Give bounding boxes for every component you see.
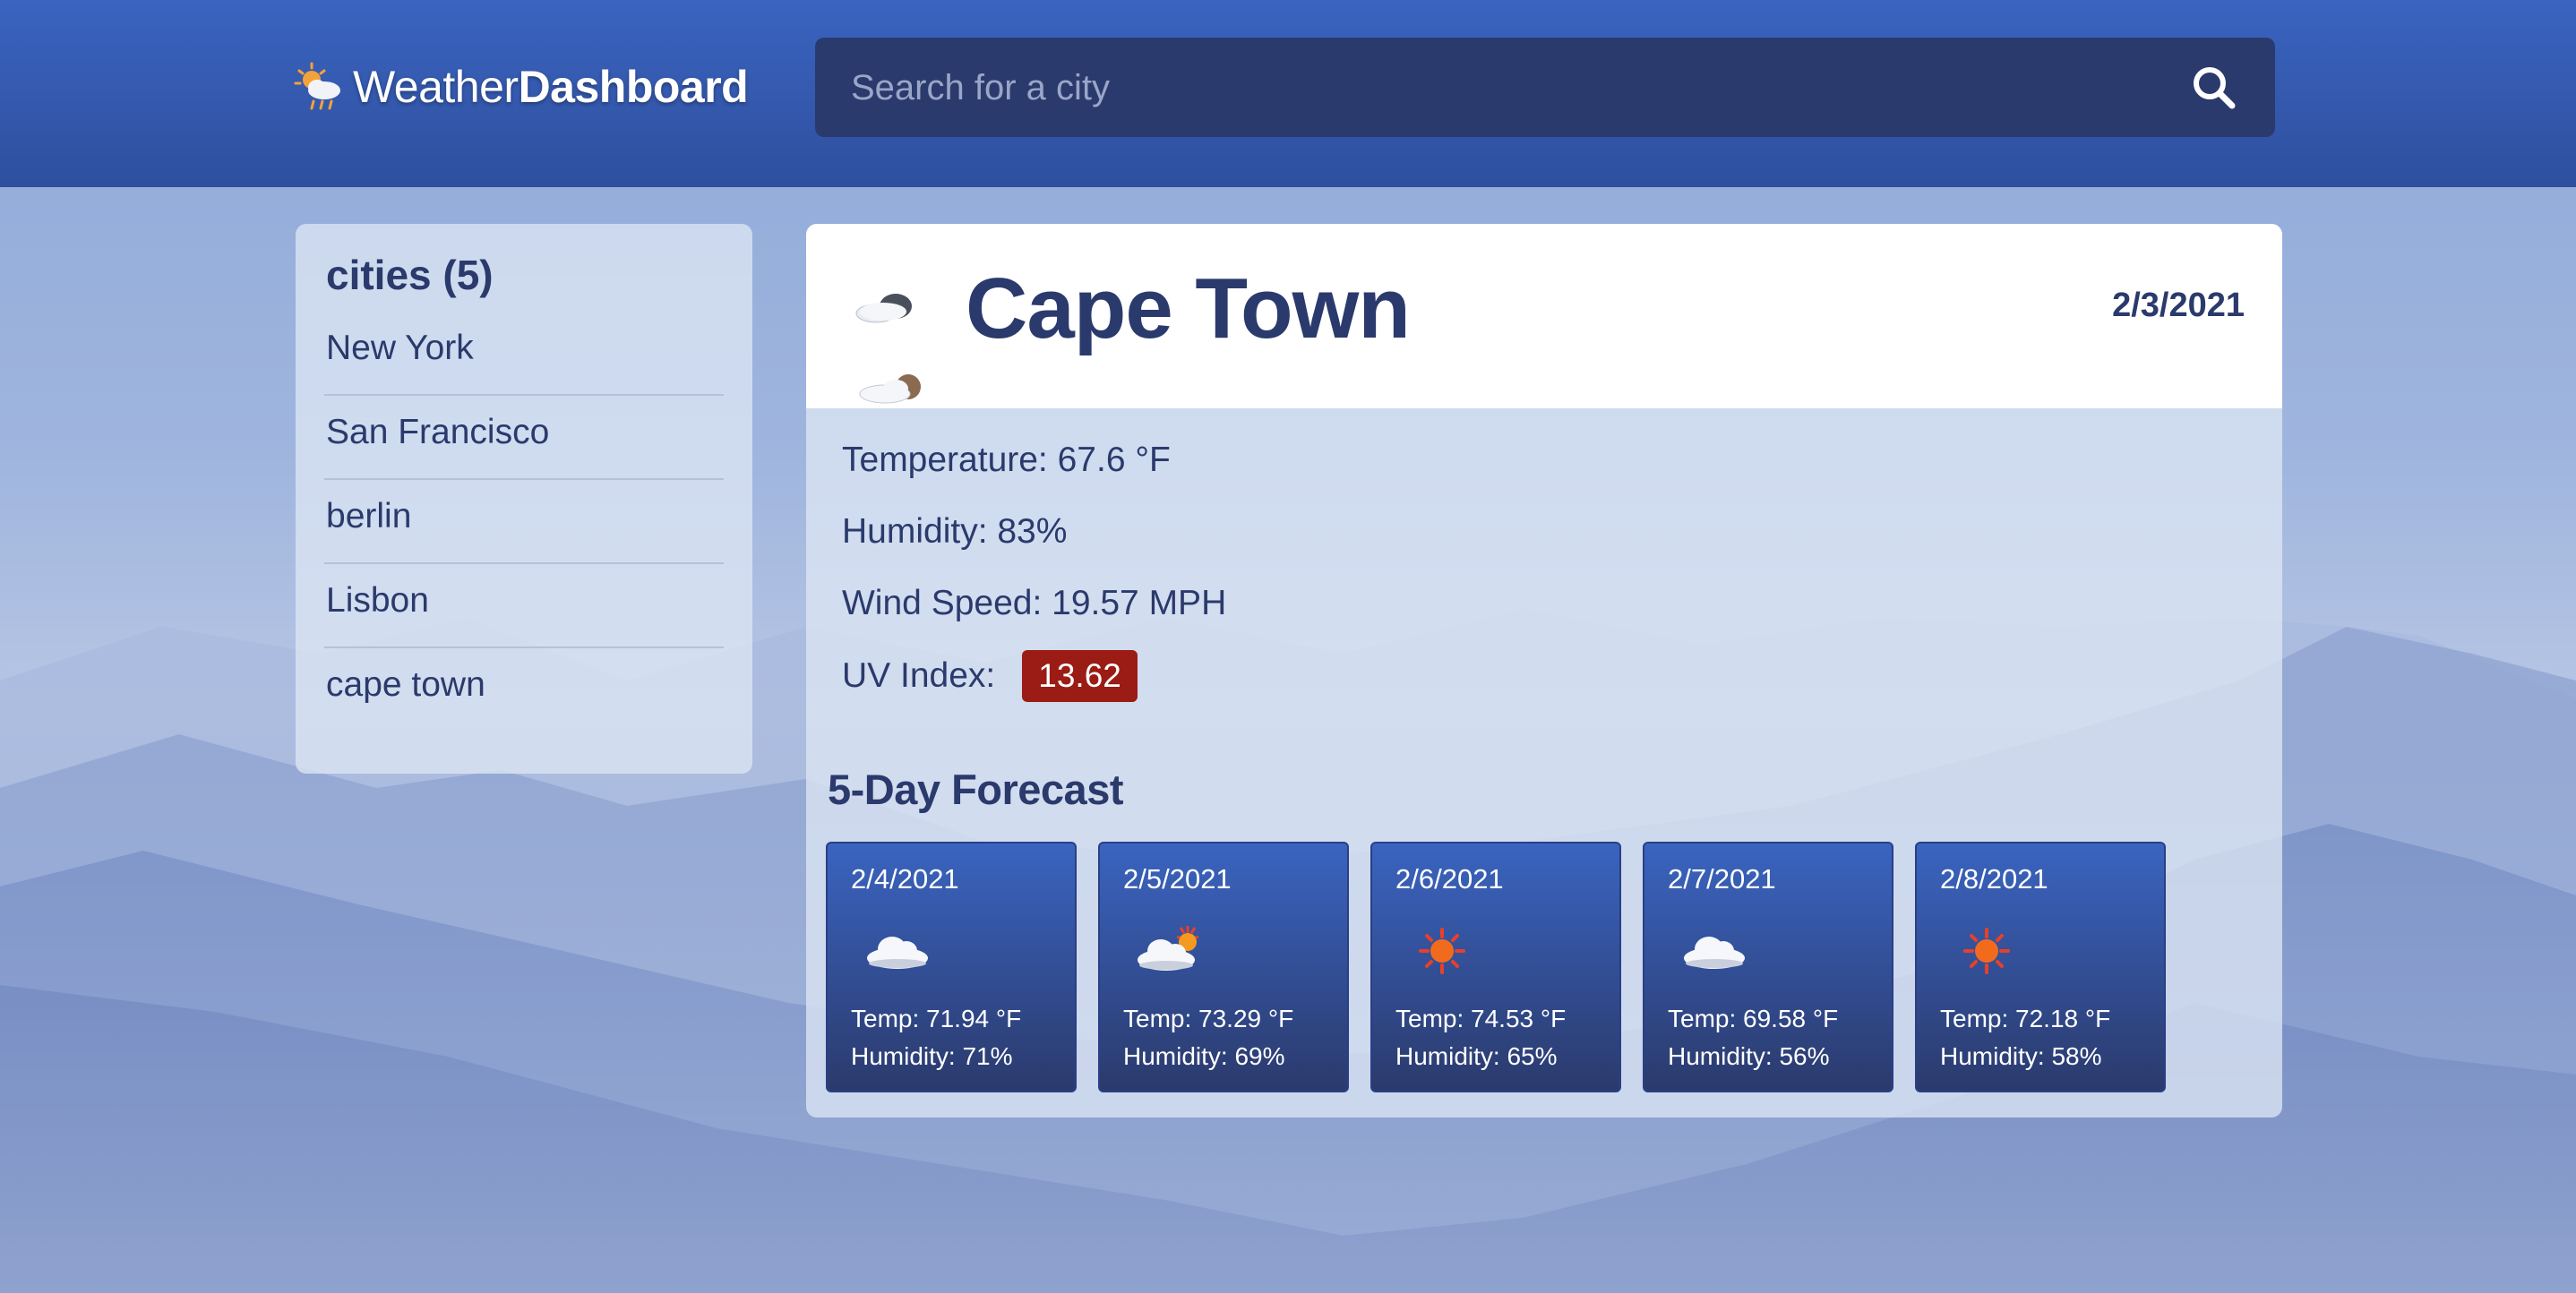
current-city-name: Cape Town bbox=[966, 261, 1411, 356]
forecast-date: 2/4/2021 bbox=[851, 863, 959, 895]
forecast-date: 2/6/2021 bbox=[1395, 863, 1504, 895]
forecast-card: 2/6/2021 Temp: 74.53 °F Humidity: 65% bbox=[1370, 842, 1621, 1092]
city-item-cape-town[interactable]: cape town bbox=[324, 648, 724, 732]
uv-badge: 13.62 bbox=[1022, 650, 1138, 702]
sun-icon bbox=[1419, 928, 1465, 974]
app-logo[interactable]: WeatherDashboard bbox=[292, 56, 749, 118]
current-uv-index: UV Index: 13.62 bbox=[842, 650, 1138, 702]
current-weather-header: Cape Town 2/3/2021 bbox=[806, 224, 2282, 408]
forecast-temp: Temp: 72.18 °F bbox=[1940, 1005, 2111, 1032]
forecast-temp: Temp: 74.53 °F bbox=[1395, 1005, 1567, 1032]
forecast-humidity: Humidity: 56% bbox=[1668, 1042, 1830, 1070]
forecast-cards: 2/4/2021 Temp: 71.94 °F Humidity: 71% 2/… bbox=[826, 842, 2259, 1094]
city-item-lisbon[interactable]: Lisbon bbox=[324, 564, 724, 648]
city-item-new-york[interactable]: New York bbox=[324, 312, 724, 396]
cloud-icon bbox=[1684, 937, 1745, 969]
current-weather-panel: Cape Town 2/3/2021 Temperature: 67.6 °F … bbox=[806, 224, 2282, 1117]
uv-label: UV Index: bbox=[842, 656, 996, 695]
forecast-card: 2/7/2021 Temp: 69.58 °F Humidity: 56% bbox=[1643, 842, 1893, 1092]
cities-title: cities (5) bbox=[326, 252, 494, 298]
forecast-card: 2/5/2021 Temp: 73.29 °F Humidity: 69% bbox=[1098, 842, 1349, 1092]
city-item-san-francisco[interactable]: San Francisco bbox=[324, 396, 724, 480]
forecast-date: 2/8/2021 bbox=[1940, 863, 2048, 895]
cities-sidebar: cities (5) New York San Francisco berlin… bbox=[296, 224, 752, 774]
current-wind-speed: Wind Speed: 19.57 MPH bbox=[842, 584, 1227, 622]
search-bar bbox=[815, 38, 2275, 139]
cloud-icon bbox=[867, 937, 928, 969]
forecast-humidity: Humidity: 65% bbox=[1395, 1042, 1558, 1070]
forecast-humidity: Humidity: 58% bbox=[1940, 1042, 2102, 1070]
forecast-title: 5-Day Forecast bbox=[828, 766, 1124, 813]
forecast-date: 2/7/2021 bbox=[1668, 863, 1776, 895]
forecast-temp: Temp: 73.29 °F bbox=[1123, 1005, 1294, 1032]
city-item-berlin[interactable]: berlin bbox=[324, 480, 724, 564]
forecast-temp: Temp: 71.94 °F bbox=[851, 1005, 1022, 1032]
logo-text: WeatherDashboard bbox=[353, 62, 749, 112]
search-input[interactable] bbox=[849, 38, 2160, 139]
forecast-temp: Temp: 69.58 °F bbox=[1668, 1005, 1839, 1032]
sun-behind-cloud-icon bbox=[1138, 926, 1199, 971]
sun-rain-cloud-icon bbox=[294, 62, 340, 110]
sun-icon bbox=[1963, 928, 2010, 974]
current-date: 2/3/2021 bbox=[2112, 287, 2245, 324]
forecast-date: 2/5/2021 bbox=[1123, 863, 1232, 895]
forecast-humidity: Humidity: 69% bbox=[1123, 1042, 1285, 1070]
forecast-card: 2/8/2021 Temp: 72.18 °F Humidity: 58% bbox=[1915, 842, 2166, 1092]
cloud-night-icon bbox=[855, 294, 921, 404]
search-icon[interactable] bbox=[2189, 63, 2239, 113]
forecast-card: 2/4/2021 Temp: 71.94 °F Humidity: 71% bbox=[826, 842, 1077, 1092]
current-humidity: Humidity: 83% bbox=[842, 512, 1068, 551]
current-temperature: Temperature: 67.6 °F bbox=[842, 441, 1171, 479]
forecast-humidity: Humidity: 71% bbox=[851, 1042, 1013, 1070]
app-header: WeatherDashboard bbox=[0, 0, 2576, 187]
